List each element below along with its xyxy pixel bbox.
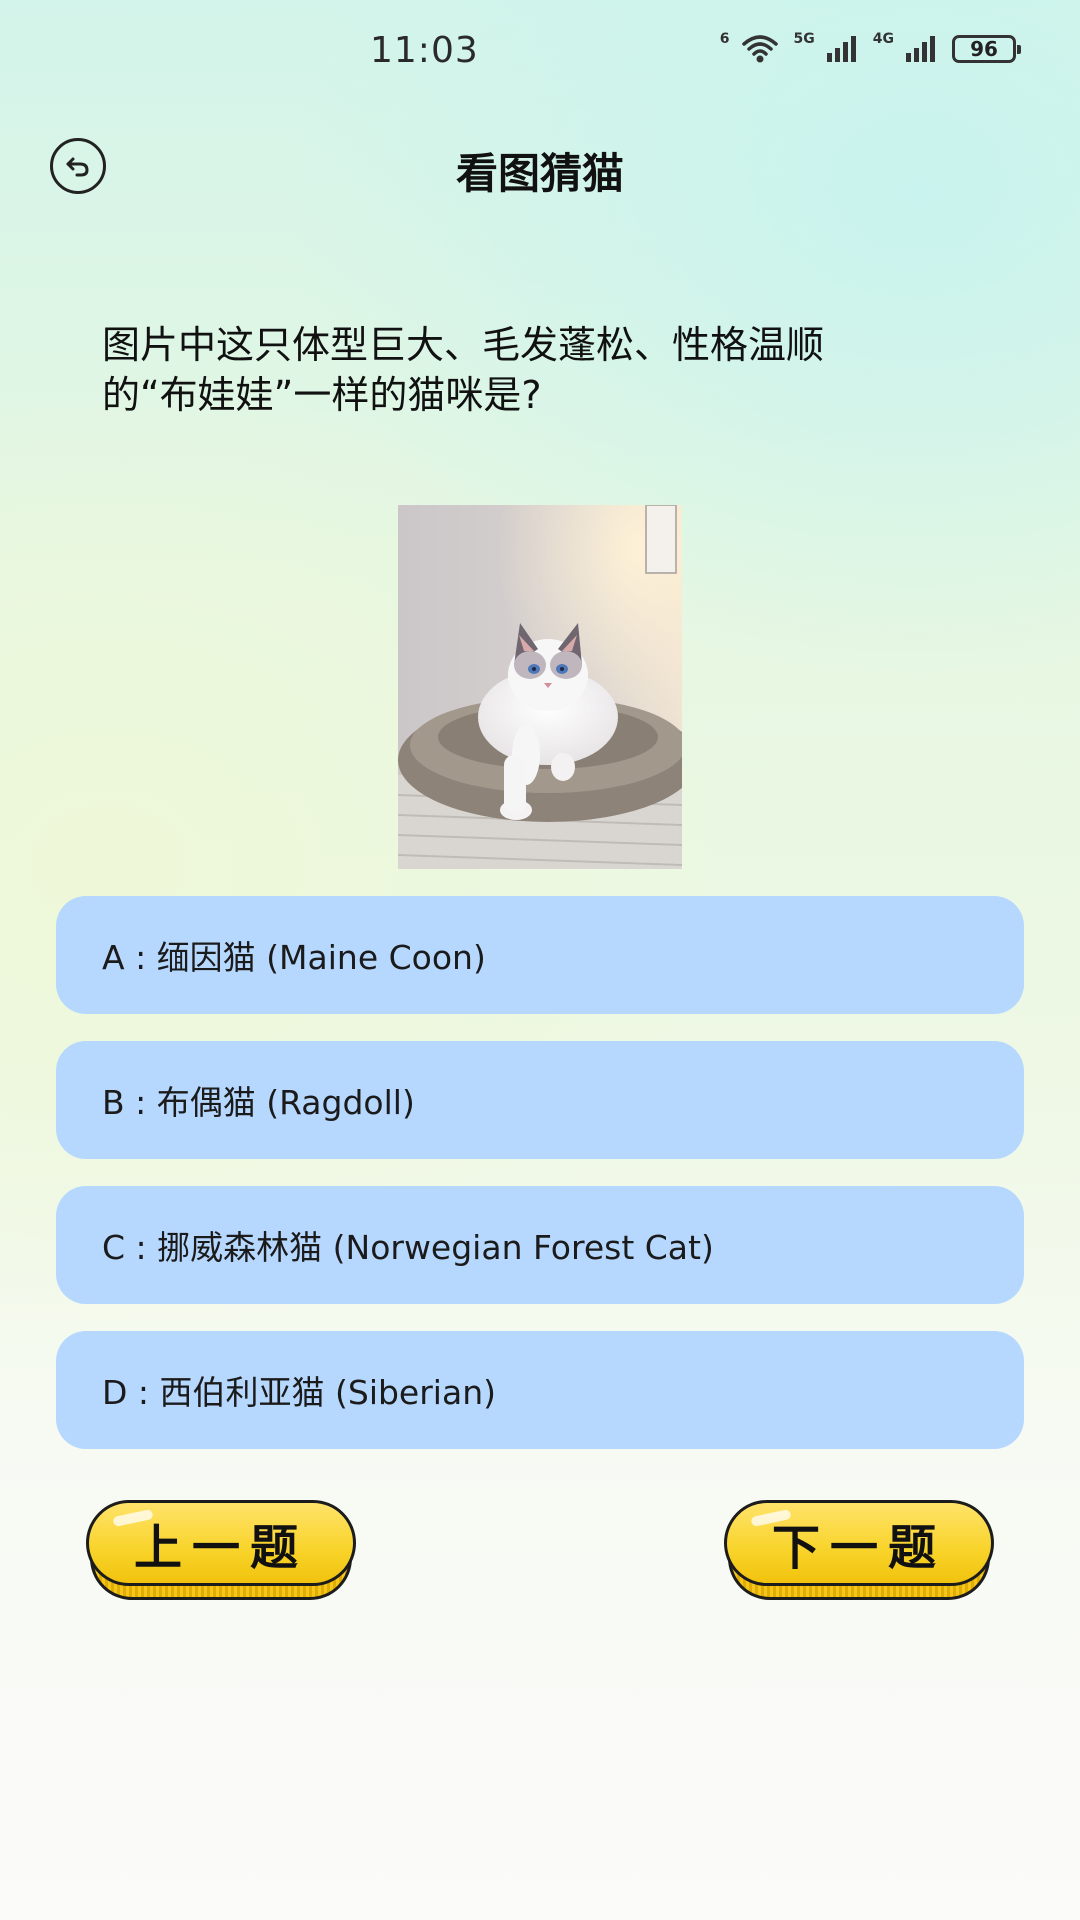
option-c-label: C : 挪威森林猫 (Norwegian Forest Cat) — [102, 1228, 714, 1267]
status-bar: 11:03 6 5G 4G 96 — [0, 0, 1080, 110]
wifi-icon — [741, 35, 778, 63]
next-question-button[interactable]: 下一题 — [724, 1500, 994, 1600]
prev-button-face: 上一题 — [86, 1500, 356, 1586]
status-time: 11:03 — [370, 30, 479, 71]
battery-level: 96 — [970, 37, 998, 61]
wifi-label: 6 — [719, 31, 730, 47]
option-b-label: B : 布偶猫 (Ragdoll) — [102, 1083, 415, 1122]
option-d[interactable]: D : 西伯利亚猫 (Siberian) — [56, 1331, 1024, 1449]
option-b[interactable]: B : 布偶猫 (Ragdoll) — [56, 1041, 1024, 1159]
question-line-1: 图片中这只体型巨大、毛发蓬松、性格温顺 — [102, 323, 825, 367]
option-d-label: D : 西伯利亚猫 (Siberian) — [102, 1373, 496, 1412]
option-a-label: A : 缅因猫 (Maine Coon) — [102, 938, 486, 977]
next-button-face: 下一题 — [724, 1500, 994, 1586]
signal-icon — [826, 36, 856, 62]
battery-icon: 96 — [952, 35, 1021, 63]
network-1-label: 5G — [793, 31, 815, 47]
prev-button-label: 上一题 — [133, 1520, 308, 1576]
question-line-2: 的“布娃娃”一样的猫咪是? — [102, 373, 542, 417]
status-icons: 6 5G 4G 96 — [719, 31, 1021, 64]
option-c[interactable]: C : 挪威森林猫 (Norwegian Forest Cat) — [56, 1186, 1024, 1304]
page-title: 看图猜猫 — [455, 149, 624, 198]
cat-photo — [398, 505, 682, 869]
option-a[interactable]: A : 缅因猫 (Maine Coon) — [56, 896, 1024, 1014]
prev-question-button[interactable]: 上一题 — [86, 1500, 356, 1600]
signal-icon-2 — [906, 36, 935, 62]
network-2-label: 4G — [872, 31, 894, 47]
question-text: 图片中这只体型巨大、毛发蓬松、性格温顺 的“布娃娃”一样的猫咪是? — [102, 320, 982, 420]
next-button-label: 下一题 — [771, 1520, 946, 1576]
